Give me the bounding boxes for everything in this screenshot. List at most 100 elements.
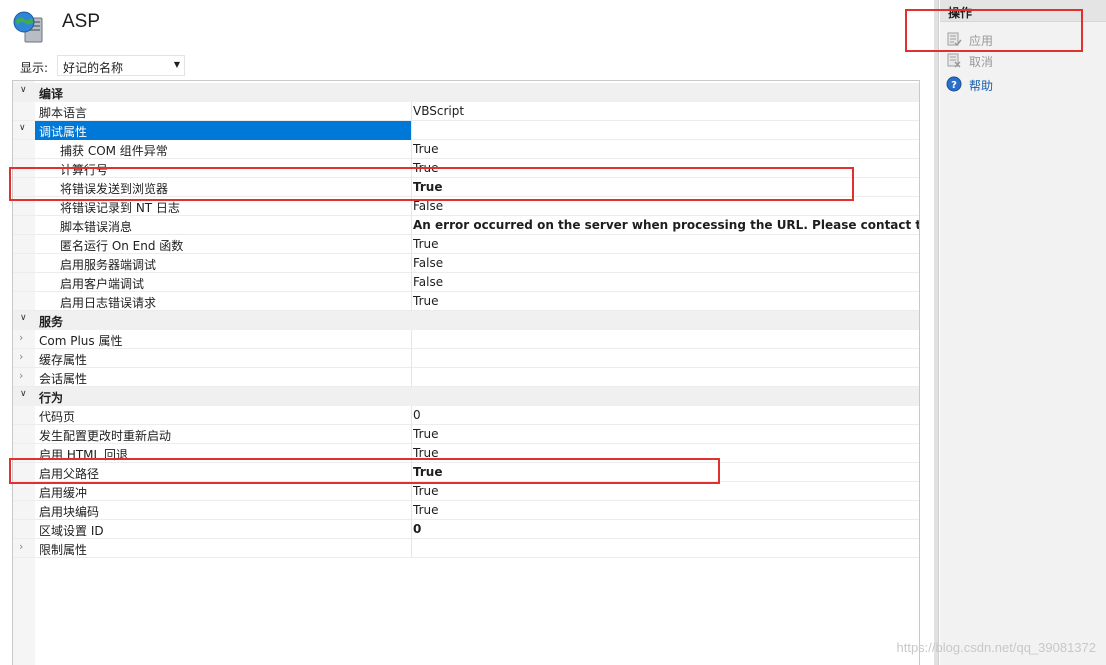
property-value[interactable]: True	[413, 237, 919, 251]
display-mode-dropdown[interactable]: 好记的名称 ▼	[57, 55, 185, 76]
property-value[interactable]: True	[413, 161, 919, 175]
property-row[interactable]: 匿名运行 On End 函数 True	[13, 235, 919, 254]
property-name: 行为	[39, 391, 64, 405]
column-separator	[411, 520, 412, 539]
svg-text:?: ?	[951, 80, 957, 91]
property-row[interactable]: 启用客户端调试 False	[13, 273, 919, 292]
column-separator	[411, 235, 412, 254]
property-value[interactable]: True	[413, 503, 919, 517]
property-row[interactable]: 启用父路径 True	[13, 463, 919, 482]
property-name: 捕获 COM 组件异常	[60, 144, 168, 158]
property-name: 启用日志错误请求	[60, 296, 157, 310]
chevron-right-icon[interactable]: ›	[19, 540, 31, 554]
chevron-down-icon[interactable]: ∨	[20, 85, 32, 99]
apply-label: 应用	[969, 34, 994, 48]
category-row[interactable]: ∨ 服务	[13, 311, 919, 330]
column-separator	[411, 159, 412, 178]
property-name: 启用块编码	[39, 505, 100, 519]
chevron-down-icon[interactable]: ∨	[20, 389, 32, 403]
property-name: Com Plus 属性	[39, 334, 123, 348]
property-value[interactable]: An error occurred on the server when pro…	[413, 218, 919, 232]
column-separator	[411, 178, 412, 197]
property-row[interactable]: › Com Plus 属性	[13, 330, 919, 349]
property-row[interactable]: 启用服务器端调试 False	[13, 254, 919, 273]
property-value[interactable]: True	[413, 427, 919, 441]
property-row[interactable]: 代码页 0	[13, 406, 919, 425]
property-name: 启用 HTML 回退	[39, 448, 129, 462]
property-value[interactable]: True	[413, 484, 919, 498]
property-value[interactable]: True	[413, 180, 919, 194]
property-value[interactable]: False	[413, 256, 919, 270]
property-value[interactable]: True	[413, 142, 919, 156]
property-value[interactable]: 0	[413, 408, 919, 422]
help-action[interactable]: ? 帮助	[940, 74, 1106, 94]
globe-server-icon	[13, 11, 43, 43]
property-row[interactable]: 区域设置 ID 0	[13, 520, 919, 539]
column-separator	[411, 254, 412, 273]
apply-icon	[947, 32, 962, 47]
property-name: 启用父路径	[39, 467, 100, 481]
page-title: ASP	[62, 11, 101, 32]
property-row[interactable]: 计算行号 True	[13, 159, 919, 178]
category-row[interactable]: ∨ 行为	[13, 387, 919, 406]
property-row[interactable]: 启用 HTML 回退 True	[13, 444, 919, 463]
property-row[interactable]: 将错误发送到浏览器 True	[13, 178, 919, 197]
actions-title: 操作	[948, 6, 973, 20]
chevron-down-icon[interactable]: ∨	[20, 313, 32, 327]
property-name: 将错误记录到 NT 日志	[60, 201, 180, 215]
property-value[interactable]: False	[413, 275, 919, 289]
property-row[interactable]: 捕获 COM 组件异常 True	[13, 140, 919, 159]
chevron-down-icon: ▼	[173, 60, 180, 69]
property-value[interactable]: True	[413, 446, 919, 460]
actions-pane: 操作 应用 取消 ? 帮助	[940, 0, 1106, 665]
property-row[interactable]: 发生配置更改时重新启动 True	[13, 425, 919, 444]
property-row[interactable]: 启用缓冲 True	[13, 482, 919, 501]
chevron-down-icon[interactable]: ∨	[19, 123, 31, 137]
property-name: 区域设置 ID	[39, 524, 104, 538]
property-value[interactable]: 0	[413, 522, 919, 536]
column-separator	[411, 292, 412, 311]
column-separator	[411, 482, 412, 501]
display-label: 显示:	[20, 61, 49, 75]
property-row[interactable]: 将错误记录到 NT 日志 False	[13, 197, 919, 216]
column-separator	[411, 197, 412, 216]
help-label: 帮助	[969, 79, 994, 93]
property-row[interactable]: › 会话属性	[13, 368, 919, 387]
property-name: 脚本语言	[39, 106, 88, 120]
column-separator	[411, 501, 412, 520]
property-name: 调试属性	[39, 125, 88, 139]
property-value[interactable]: VBScript	[413, 104, 919, 118]
property-name: 缓存属性	[39, 353, 88, 367]
property-row[interactable]: 脚本语言 VBScript	[13, 102, 919, 121]
column-separator	[411, 444, 412, 463]
chevron-right-icon[interactable]: ›	[19, 350, 31, 364]
property-name: 限制属性	[39, 543, 88, 557]
category-row[interactable]: ∨ 编译	[13, 83, 919, 102]
property-value[interactable]: False	[413, 199, 919, 213]
property-row[interactable]: › 缓存属性	[13, 349, 919, 368]
column-separator	[411, 368, 412, 387]
property-value[interactable]: True	[413, 465, 919, 479]
column-separator	[411, 216, 412, 235]
property-row[interactable]: 启用日志错误请求 True	[13, 292, 919, 311]
property-name: 计算行号	[60, 163, 109, 177]
property-value[interactable]: True	[413, 294, 919, 308]
property-row[interactable]: 脚本错误消息 An error occurred on the server wh…	[13, 216, 919, 235]
apply-action[interactable]: 应用	[940, 29, 1106, 49]
property-name: 启用服务器端调试	[60, 258, 157, 272]
property-row[interactable]: › 限制属性	[13, 539, 919, 558]
property-row[interactable]: ∨ 调试属性	[13, 121, 919, 140]
cancel-icon	[947, 53, 961, 68]
view-toolbar: 显示: 好记的名称 ▼	[12, 54, 920, 78]
property-row[interactable]: 启用块编码 True	[13, 501, 919, 520]
actions-header: 操作	[940, 0, 1106, 22]
column-separator	[411, 463, 412, 482]
property-name: 代码页	[39, 410, 76, 424]
property-name: 编译	[39, 87, 64, 101]
column-separator	[411, 425, 412, 444]
property-name: 服务	[39, 315, 64, 329]
chevron-right-icon[interactable]: ›	[19, 331, 31, 345]
chevron-right-icon[interactable]: ›	[19, 369, 31, 383]
column-separator	[411, 273, 412, 292]
cancel-action[interactable]: 取消	[940, 50, 1106, 70]
